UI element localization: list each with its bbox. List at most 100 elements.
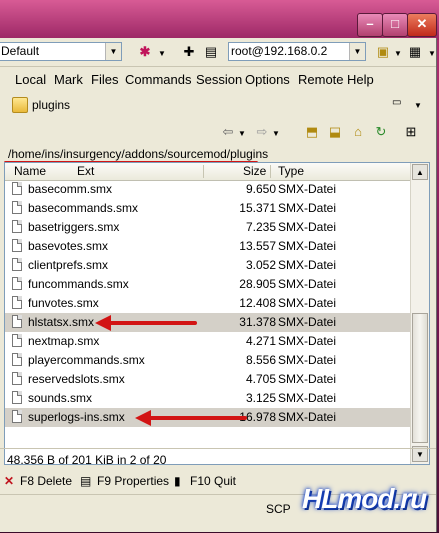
remote-session-value: root@192.168.0.2 xyxy=(231,44,328,58)
preferences-icon[interactable]: ▦ xyxy=(406,43,424,61)
selection-summary: 48.356 B of 201 KiB in 2 of 20 xyxy=(7,453,167,467)
selection-status: 48.356 B of 201 KiB in 2 of 20 xyxy=(0,448,436,469)
annotation-arrow xyxy=(135,410,247,426)
column-separator[interactable] xyxy=(270,165,271,178)
f8-delete-button[interactable]: F8 Delete xyxy=(20,474,72,488)
file-type: SMX-Datei xyxy=(278,258,337,272)
column-name[interactable]: Name xyxy=(14,164,46,178)
table-row[interactable]: playercommands.smx 8.556 SMX-Datei xyxy=(5,351,410,370)
table-row[interactable]: reservedslots.smx 4.705 SMX-Datei xyxy=(5,370,410,389)
file-size: 8.556 xyxy=(245,353,276,367)
table-row[interactable]: basecommands.smx 15.371 SMX-Datei xyxy=(5,199,410,218)
column-ext[interactable]: Ext xyxy=(77,164,94,178)
column-type[interactable]: Type xyxy=(278,164,304,178)
file-type: SMX-Datei xyxy=(278,410,337,424)
file-type: SMX-Datei xyxy=(278,296,337,310)
file-name: sounds.smx xyxy=(28,391,93,405)
remote-session-combo[interactable]: root@192.168.0.2 ▼ xyxy=(228,42,366,61)
new-session-icon[interactable]: ✚ xyxy=(180,43,198,61)
refresh-icon[interactable]: ↻ xyxy=(372,123,390,141)
chevron-down-icon[interactable]: ▼ xyxy=(272,129,280,138)
folder-combo[interactable]: plugins ▭ ▼ xyxy=(12,95,430,115)
file-icon xyxy=(12,410,22,423)
folder-icon xyxy=(12,97,28,113)
file-type: SMX-Datei xyxy=(278,277,337,291)
chevron-down-icon[interactable]: ▼ xyxy=(349,43,365,60)
table-row[interactable]: basecomm.smx 9.650 SMX-Datei xyxy=(5,180,410,199)
file-size: 4.271 xyxy=(245,334,276,348)
file-list[interactable]: Name Ext Size Type basecomm.smx 9.650 SM… xyxy=(4,162,430,465)
file-icon xyxy=(12,220,22,233)
compare-icon[interactable]: ✱ xyxy=(136,43,154,61)
watermark-logo: HLmod.ru xyxy=(302,483,427,514)
chevron-down-icon[interactable]: ▼ xyxy=(158,49,166,58)
table-row-selected[interactable]: hlstatsx.smx 31.378 SMX-Datei xyxy=(5,313,410,332)
chevron-down-icon[interactable]: ▼ xyxy=(105,43,121,60)
vertical-scrollbar[interactable]: ▲ ▼ xyxy=(410,163,429,464)
folder-bar: plugins ▭ ▼ xyxy=(0,92,436,118)
menu-local[interactable]: Local xyxy=(15,72,46,87)
scroll-up-button[interactable]: ▲ xyxy=(412,164,428,180)
file-size: 9.650 xyxy=(245,182,276,196)
menu-options[interactable]: Options xyxy=(245,72,290,87)
session-combo[interactable]: Default ▼ xyxy=(0,42,122,61)
home-directory-icon[interactable]: ⌂ xyxy=(349,123,367,141)
menu-files[interactable]: Files xyxy=(91,72,118,87)
file-size: 13.557 xyxy=(239,239,276,253)
forward-icon[interactable]: ⇨ xyxy=(253,123,271,141)
chevron-down-icon[interactable]: ▼ xyxy=(394,49,402,58)
scroll-thumb[interactable] xyxy=(412,313,428,443)
session-combo-value: Default xyxy=(1,44,40,58)
file-name: basetriggers.smx xyxy=(28,220,120,234)
file-list-header: Name Ext Size Type xyxy=(5,163,410,181)
menu-help[interactable]: Help xyxy=(347,72,374,87)
file-name: nextmap.smx xyxy=(28,334,100,348)
minimize-button[interactable]: – xyxy=(357,13,383,37)
table-row[interactable]: funvotes.smx 12.408 SMX-Datei xyxy=(5,294,410,313)
file-icon xyxy=(12,182,22,195)
table-row[interactable]: basetriggers.smx 7.235 SMX-Datei xyxy=(5,218,410,237)
annotation-arrow xyxy=(95,315,197,331)
table-row[interactable]: clientprefs.smx 3.052 SMX-Datei xyxy=(5,256,410,275)
menu-mark[interactable]: Mark xyxy=(54,72,83,87)
menu-commands[interactable]: Commands xyxy=(125,72,191,87)
parent-directory-icon[interactable]: ⬒ xyxy=(303,123,321,141)
file-icon xyxy=(12,334,22,347)
file-icon xyxy=(12,258,22,271)
table-row[interactable]: sounds.smx 3.125 SMX-Datei xyxy=(5,389,410,408)
column-separator[interactable] xyxy=(203,165,204,178)
file-type: SMX-Datei xyxy=(278,334,337,348)
column-size[interactable]: Size xyxy=(243,164,266,178)
tree-view-icon[interactable]: ⊞ xyxy=(402,123,420,141)
file-size: 4.705 xyxy=(245,372,276,386)
root-directory-icon[interactable]: ⬓ xyxy=(326,123,344,141)
file-type: SMX-Datei xyxy=(278,239,337,253)
maximize-button[interactable]: □ xyxy=(382,13,408,37)
current-folder: plugins xyxy=(32,98,71,112)
file-name: clientprefs.smx xyxy=(28,258,109,272)
table-row[interactable]: funcommands.smx 28.905 SMX-Datei xyxy=(5,275,410,294)
folder-open-icon[interactable]: ▭ xyxy=(392,97,401,108)
chevron-down-icon[interactable]: ▼ xyxy=(414,101,422,110)
table-row[interactable]: nextmap.smx 4.271 SMX-Datei xyxy=(5,332,410,351)
file-name: funcommands.smx xyxy=(28,277,129,291)
table-row[interactable]: basevotes.smx 13.557 SMX-Datei xyxy=(5,237,410,256)
menu-remote[interactable]: Remote xyxy=(298,72,344,87)
f10-quit-button[interactable]: F10 Quit xyxy=(190,474,236,488)
chevron-down-icon[interactable]: ▼ xyxy=(238,129,246,138)
file-icon xyxy=(12,239,22,252)
winscp-window: Default ▼ ✱ ▼ ✚ ▤ root@192.168.0.2 ▼ ▣ ▼… xyxy=(0,38,437,532)
back-icon[interactable]: ⇦ xyxy=(219,123,237,141)
file-name: reservedslots.smx xyxy=(28,372,125,386)
file-icon xyxy=(12,353,22,366)
sessions-icon[interactable]: ▤ xyxy=(202,43,220,61)
file-size: 28.905 xyxy=(239,277,276,291)
save-icon[interactable]: ▣ xyxy=(374,43,392,61)
f9-properties-button[interactable]: F9 Properties xyxy=(97,474,169,488)
file-type: SMX-Datei xyxy=(278,353,337,367)
file-icon xyxy=(12,201,22,214)
file-type: SMX-Datei xyxy=(278,391,337,405)
menu-session[interactable]: Session xyxy=(196,72,242,87)
chevron-down-icon[interactable]: ▼ xyxy=(428,49,436,58)
close-button[interactable]: ✕ xyxy=(407,13,437,37)
